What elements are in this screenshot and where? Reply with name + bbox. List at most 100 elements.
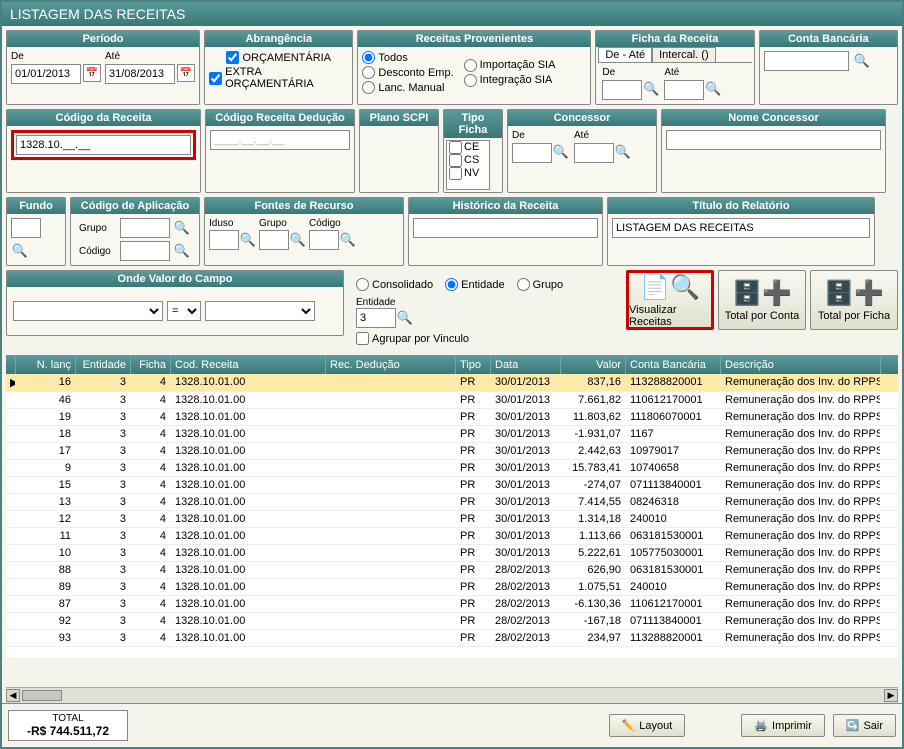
table-row[interactable]: 17341328.10.01.00PR30/01/20132.442,63109… — [6, 443, 898, 460]
orcamentaria-checkbox[interactable]: ORÇAMENTÁRIA — [226, 51, 331, 64]
table-row[interactable]: 12341328.10.01.00PR30/01/20131.314,18240… — [6, 511, 898, 528]
scroll-left-icon[interactable]: ◀ — [6, 689, 20, 702]
search-icon[interactable]: 🔍 — [173, 242, 191, 260]
table-row[interactable]: 93341328.10.01.00PR28/02/2013234,9711328… — [6, 630, 898, 647]
grupo-label: Grupo — [79, 223, 117, 234]
tab-intercal[interactable]: Intercal. () — [652, 47, 716, 62]
codigo-deducao-input[interactable] — [210, 130, 350, 150]
onde-op-select[interactable]: = — [167, 301, 201, 321]
table-row[interactable]: 9341328.10.01.00PR30/01/201315.783,41107… — [6, 460, 898, 477]
safe-add-icon: 🗄️➕ — [732, 279, 792, 308]
agrupar-vinculo-checkbox[interactable]: Agrupar por Vinculo — [352, 330, 618, 347]
onde-valor-panel: Onde Valor do Campo = — [6, 270, 344, 336]
recprov-title: Receitas Provenientes — [358, 31, 590, 47]
concessor-ate-input[interactable] — [574, 143, 614, 163]
search-icon[interactable]: 🔍 — [11, 242, 29, 260]
table-row[interactable]: 88341328.10.01.00PR28/02/2013626,9006318… — [6, 562, 898, 579]
entidade-label: Entidade — [356, 297, 614, 308]
total-por-ficha-button[interactable]: 🗄️➕ Total por Ficha — [810, 270, 898, 330]
table-row[interactable]: 15341328.10.01.00PR30/01/2013-274,070711… — [6, 477, 898, 494]
visualizar-receitas-button[interactable]: 📄🔍 Visualizar Receitas — [626, 270, 714, 330]
plano-title: Plano SCPI — [360, 110, 438, 126]
search-icon[interactable]: 🔍 — [704, 80, 722, 98]
col-nlanc[interactable]: N. lanç — [16, 356, 76, 374]
layout-button[interactable]: ✏️ Layout — [609, 714, 686, 737]
onde-campo-select[interactable] — [13, 301, 163, 321]
sair-button[interactable]: ↪️ Sair — [833, 714, 896, 737]
lancmanual-radio[interactable]: Lanc. Manual — [362, 81, 453, 94]
extra-orcamentaria-checkbox[interactable]: EXTRA ORÇAMENTÁRIA — [209, 66, 348, 90]
todos-radio[interactable]: Todos — [362, 51, 453, 64]
table-row[interactable]: 89341328.10.01.00PR28/02/20131.075,51240… — [6, 579, 898, 596]
fundo-title: Fundo — [7, 198, 65, 214]
codigo-aplicacao-panel: Código de Aplicação Grupo 🔍 Código 🔍 — [70, 197, 200, 266]
search-icon[interactable]: 🔍 — [642, 80, 660, 98]
table-row[interactable]: 92341328.10.01.00PR28/02/2013-167,180711… — [6, 613, 898, 630]
desconto-radio[interactable]: Desconto Emp. — [362, 66, 453, 79]
tipo-ficha-list[interactable]: CE CS NV — [446, 140, 490, 190]
grid-body[interactable]: ▶16341328.10.01.00PR30/01/2013837,161132… — [6, 374, 898, 658]
total-value: -R$ 744.511,72 — [11, 724, 125, 738]
onde-valor-select[interactable] — [205, 301, 315, 321]
imprimir-button[interactable]: 🖨️ Imprimir — [741, 714, 824, 737]
table-row[interactable]: 19341328.10.01.00PR30/01/201311.803,6211… — [6, 409, 898, 426]
col-tipo[interactable]: Tipo — [456, 356, 491, 374]
table-row[interactable]: 18341328.10.01.00PR30/01/2013-1.931,0711… — [6, 426, 898, 443]
col-codreceita[interactable]: Cod. Receita — [171, 356, 326, 374]
ficha-de-input[interactable] — [602, 80, 642, 100]
col-ficha[interactable]: Ficha — [131, 356, 171, 374]
concessor-de-input[interactable] — [512, 143, 552, 163]
scroll-thumb[interactable] — [22, 690, 62, 701]
table-row[interactable]: ▶16341328.10.01.00PR30/01/2013837,161132… — [6, 374, 898, 392]
horizontal-scrollbar[interactable]: ◀ ▶ — [6, 687, 898, 703]
ficha-ate-input[interactable] — [664, 80, 704, 100]
codigo-receita-input[interactable] — [16, 135, 191, 155]
importacao-radio[interactable]: Importação SIA — [464, 59, 556, 72]
calendar-icon[interactable]: 📅 — [83, 64, 101, 82]
fundo-input[interactable] — [11, 218, 41, 238]
entidade-radio[interactable]: Entidade — [445, 278, 504, 291]
col-entidade[interactable]: Entidade — [76, 356, 131, 374]
tab-de-ate[interactable]: De - Até — [598, 47, 652, 62]
titulo-relatorio-input[interactable] — [612, 218, 870, 238]
table-row[interactable]: 13341328.10.01.00PR30/01/20137.414,55082… — [6, 494, 898, 511]
ficha-ate-label: Até — [664, 67, 722, 78]
periodo-ate-input[interactable] — [105, 64, 175, 84]
integracao-radio[interactable]: Integração SIA — [464, 74, 556, 87]
entidade-input[interactable] — [356, 308, 396, 328]
conta-bancaria-input[interactable] — [764, 51, 849, 71]
total-por-conta-button[interactable]: 🗄️➕ Total por Conta — [718, 270, 806, 330]
results-grid: N. lanç Entidade Ficha Cod. Receita Rec.… — [6, 355, 898, 687]
table-row[interactable]: 87341328.10.01.00PR28/02/2013-6.130,3611… — [6, 596, 898, 613]
col-descricao[interactable]: Descrição — [721, 356, 881, 374]
calendar-icon[interactable]: 📅 — [177, 64, 195, 82]
search-icon[interactable]: 🔍 — [396, 309, 414, 327]
grupo-radio[interactable]: Grupo — [517, 278, 564, 291]
nome-concessor-input[interactable] — [666, 130, 881, 150]
fontes-grupo-input[interactable] — [259, 230, 289, 250]
table-row[interactable]: 11341328.10.01.00PR30/01/20131.113,66063… — [6, 528, 898, 545]
search-icon[interactable]: 🔍 — [614, 143, 632, 161]
col-valor[interactable]: Valor — [561, 356, 626, 374]
codapp-grupo-input[interactable] — [120, 218, 170, 238]
col-contabancaria[interactable]: Conta Bancária — [626, 356, 721, 374]
search-icon[interactable]: 🔍 — [239, 231, 257, 249]
periodo-de-input[interactable] — [11, 64, 81, 84]
codapp-codigo-input[interactable] — [120, 241, 170, 261]
table-row[interactable]: 46341328.10.01.00PR30/01/20137.661,82110… — [6, 392, 898, 409]
consolidado-radio[interactable]: Consolidado — [356, 278, 433, 291]
col-deducao[interactable]: Rec. Dedução — [326, 356, 456, 374]
search-icon[interactable]: 🔍 — [173, 219, 191, 237]
search-icon[interactable]: 🔍 — [289, 231, 307, 249]
search-icon[interactable]: 🔍 — [853, 52, 871, 70]
scroll-right-icon[interactable]: ▶ — [884, 689, 898, 702]
conc-de-label: De — [512, 130, 570, 141]
search-icon[interactable]: 🔍 — [339, 231, 357, 249]
fontes-codigo-input[interactable] — [309, 230, 339, 250]
iduso-input[interactable] — [209, 230, 239, 250]
col-data[interactable]: Data — [491, 356, 561, 374]
search-icon[interactable]: 🔍 — [552, 143, 570, 161]
conta-bancaria-panel: Conta Bancária 🔍 — [759, 30, 898, 105]
table-row[interactable]: 10341328.10.01.00PR30/01/20135.222,61105… — [6, 545, 898, 562]
historico-input[interactable] — [413, 218, 598, 238]
